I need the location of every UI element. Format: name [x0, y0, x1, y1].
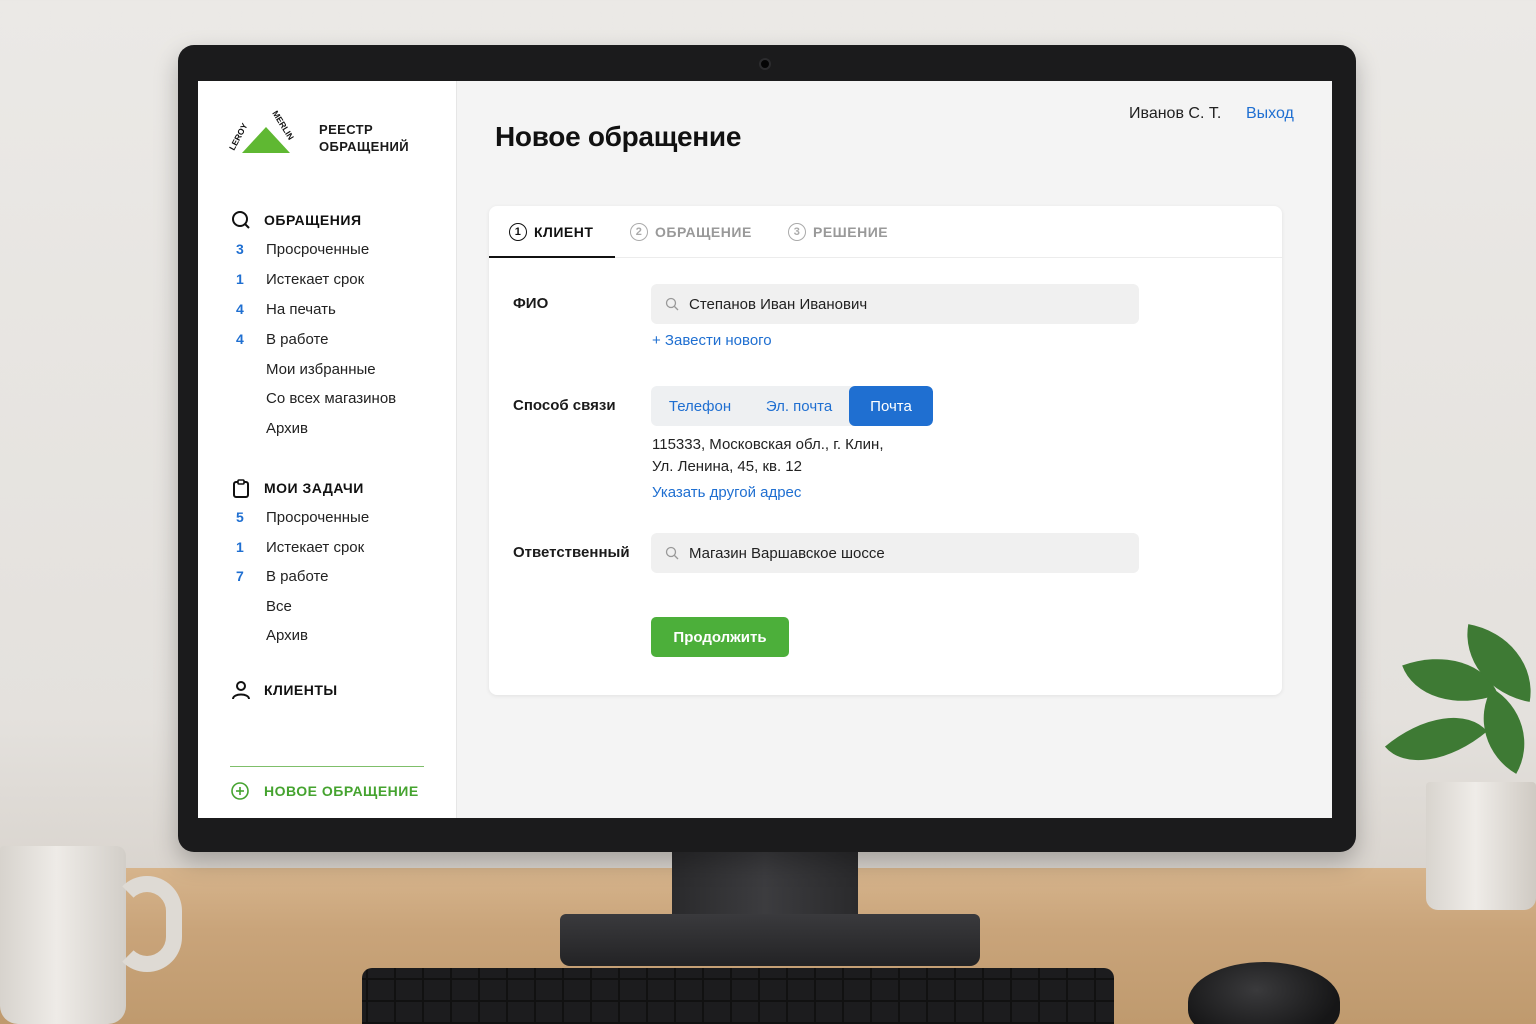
nav-item-overdue[interactable]: 3 Просроченные: [230, 238, 369, 260]
nav-item-tasks-archive[interactable]: Архив: [230, 624, 308, 646]
nav-item-favorites[interactable]: Мои избранные: [230, 358, 376, 380]
user-name: Иванов С. Т.: [1129, 105, 1222, 122]
nav-item-count: 4: [236, 331, 244, 347]
contact-method-selector: Телефон Эл. почта Почта: [651, 386, 933, 426]
tab-label: РЕШЕНИЕ: [813, 224, 889, 240]
user-icon: [230, 679, 252, 701]
nav-item-count: 1: [236, 271, 244, 287]
nav-item-count: 5: [236, 509, 244, 525]
search-icon: [665, 546, 679, 560]
nav-item-expiring[interactable]: 1 Истекает срок: [230, 268, 364, 290]
contact-option-mail[interactable]: Почта: [849, 386, 933, 426]
fio-search-input[interactable]: Степанов Иван Иванович: [651, 284, 1139, 324]
nav-item-archive[interactable]: Архив: [230, 417, 308, 439]
svg-text:LEROY: LEROY: [228, 121, 250, 152]
responsible-label: Ответственный: [513, 544, 630, 561]
nav-item-to-print[interactable]: 4 На печать: [230, 298, 336, 320]
tab-label: КЛИЕНТ: [534, 224, 594, 240]
brand-line-2: ОБРАЩЕНИЙ: [319, 139, 409, 154]
address-line-2: Ул. Ленина, 45, кв. 12: [652, 458, 802, 475]
monitor-stand-neck: [672, 850, 858, 924]
new-request-button[interactable]: НОВОЕ ОБРАЩЕНИЕ: [230, 781, 419, 801]
nav-item-count: 4: [236, 301, 244, 317]
brand-line-1: РЕЕСТР: [319, 122, 374, 137]
tab-client[interactable]: 1 КЛИЕНТ: [509, 223, 593, 241]
responsible-value: Магазин Варшавское шоссе: [689, 544, 885, 562]
search-icon: [665, 297, 679, 311]
nav-section-tasks-label: МОИ ЗАДАЧИ: [264, 480, 364, 496]
new-request-label: НОВОЕ ОБРАЩЕНИЕ: [264, 783, 419, 799]
contact-method-label: Способ связи: [513, 397, 616, 414]
nav-item-count: 1: [236, 539, 244, 555]
nav-section-tasks[interactable]: МОИ ЗАДАЧИ: [230, 477, 364, 499]
step-number: 1: [509, 223, 527, 241]
plant-pot: [1426, 782, 1536, 910]
search-icon: [230, 209, 252, 231]
nav-section-clients-label: КЛИЕНТЫ: [264, 682, 338, 698]
nav-section-requests-label: ОБРАЩЕНИЯ: [264, 212, 362, 228]
sidebar: LEROY MERLIN РЕЕСТР ОБРАЩЕНИЙ ОБРАЩЕНИЯ …: [198, 81, 457, 818]
tab-request[interactable]: 2 ОБРАЩЕНИЕ: [630, 223, 752, 241]
step-number: 3: [788, 223, 806, 241]
contact-option-email[interactable]: Эл. почта: [749, 386, 849, 426]
monitor-stand-base: [560, 914, 980, 966]
nav-item-label: Просроченные: [266, 508, 370, 526]
nav-section-clients[interactable]: КЛИЕНТЫ: [230, 679, 338, 701]
logout-link[interactable]: Выход: [1246, 105, 1294, 123]
nav-item-count: 7: [236, 568, 244, 584]
nav-item-label: Все: [266, 597, 292, 615]
nav-item-label: Истекает срок: [266, 538, 365, 556]
form-card: 1 КЛИЕНТ 2 ОБРАЩЕНИЕ 3 РЕШЕНИЕ ФИО Степа…: [489, 206, 1282, 695]
nav-item-label: Архив: [266, 626, 309, 644]
nav-item-tasks-in-progress[interactable]: 7 В работе: [230, 565, 329, 587]
address-line-1: 115333, Московская обл., г. Клин,: [652, 436, 884, 453]
plant-leaf: [1384, 690, 1488, 788]
nav-item-label: Просроченные: [266, 240, 370, 258]
keyboard: [362, 968, 1114, 1024]
nav-section-requests[interactable]: ОБРАЩЕНИЯ: [230, 209, 362, 231]
contact-option-phone[interactable]: Телефон: [651, 386, 749, 426]
nav-item-count: 3: [236, 241, 244, 257]
leroy-merlin-logo: LEROY MERLIN: [228, 109, 296, 153]
nav-item-tasks-expiring[interactable]: 1 Истекает срок: [230, 536, 364, 558]
continue-button[interactable]: Продолжить: [651, 617, 789, 657]
app-screen: LEROY MERLIN РЕЕСТР ОБРАЩЕНИЙ ОБРАЩЕНИЯ …: [198, 81, 1332, 818]
nav-item-label: Мои избранные: [266, 360, 376, 378]
mug-handle: [112, 876, 182, 972]
plus-circle-icon: [231, 782, 249, 800]
page-title: Новое обращение: [495, 121, 742, 152]
step-tabs: 1 КЛИЕНТ 2 ОБРАЩЕНИЕ 3 РЕШЕНИЕ: [489, 206, 1282, 258]
tab-label: ОБРАЩЕНИЕ: [655, 224, 752, 240]
active-tab-indicator: [489, 256, 615, 258]
nav-item-label: Истекает срок: [266, 270, 365, 288]
webcam: [759, 58, 771, 70]
nav-item-tasks-all[interactable]: Все: [230, 595, 292, 617]
responsible-search-input[interactable]: Магазин Варшавское шоссе: [651, 533, 1139, 573]
coffee-mug: [0, 846, 126, 1024]
tab-solution[interactable]: 3 РЕШЕНИЕ: [788, 223, 888, 241]
nav-item-label: Архив: [266, 419, 309, 437]
step-number: 2: [630, 223, 648, 241]
fio-value: Степанов Иван Иванович: [689, 295, 868, 313]
nav-item-label: На печать: [266, 300, 336, 318]
clipboard-icon: [230, 477, 252, 499]
nav-item-label: Со всех магазинов: [266, 389, 397, 407]
other-address-link[interactable]: Указать другой адрес: [652, 484, 801, 501]
nav-item-all-stores[interactable]: Со всех магазинов: [230, 387, 396, 409]
postal-address: 115333, Московская обл., г. Клин, Ул. Ле…: [652, 434, 884, 478]
nav-item-label: В работе: [266, 330, 329, 348]
nav-item-in-progress[interactable]: 4 В работе: [230, 328, 329, 350]
nav-item-tasks-overdue[interactable]: 5 Просроченные: [230, 506, 369, 528]
app-brand: РЕЕСТР ОБРАЩЕНИЙ: [319, 121, 429, 155]
nav-item-label: В работе: [266, 567, 329, 585]
fio-label: ФИО: [513, 295, 549, 312]
sidebar-divider: [230, 766, 424, 767]
add-new-client-link[interactable]: + Завести нового: [652, 332, 772, 349]
